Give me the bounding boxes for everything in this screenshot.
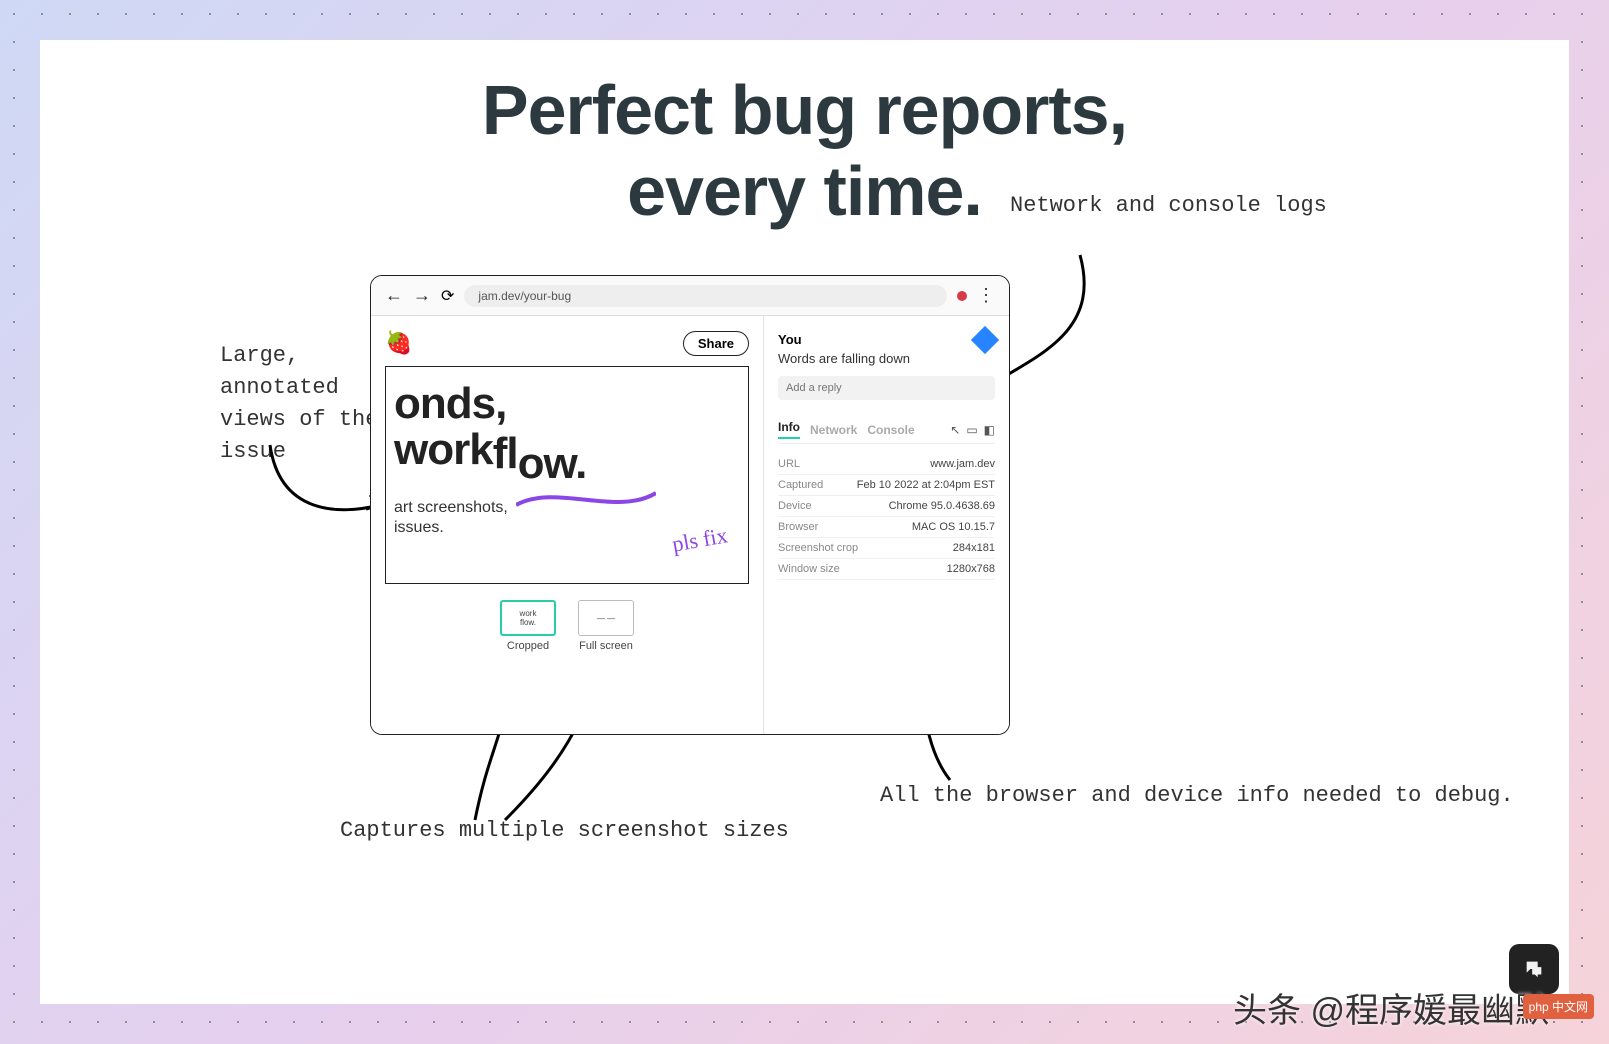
cursor-icon[interactable]: ↖ [950,423,960,437]
screenshot-pane: 🍓 Share onds, workflow. art screenshots,… [371,316,764,734]
annotated-screenshot[interactable]: onds, workflow. art screenshots, issues.… [385,366,749,584]
thumb-fullscreen-label: Full screen [578,640,634,652]
back-icon[interactable]: ← [385,285,403,306]
thumb-cropped-label: Cropped [500,640,556,652]
kebab-menu-icon[interactable]: ⋮ [977,285,995,306]
thumb-cropped-preview: workflow. [500,600,556,636]
chat-icon [1523,958,1545,980]
browser-body: 🍓 Share onds, workflow. art screenshots,… [371,316,1009,734]
page-title: Perfect bug reports, every time. [40,70,1569,231]
info-table: URLwww.jam.dev CapturedFeb 10 2022 at 2:… [778,454,995,580]
info-row: Window size1280x768 [778,559,995,580]
info-row: Screenshot crop284x181 [778,538,995,559]
bug-title: Words are falling down [778,351,995,366]
annotation-top-right: Network and console logs [1010,190,1327,222]
annotation-bottom-right: All the browser and device info needed t… [880,780,1514,812]
headline-line2: every time. [40,151,1569,232]
panel-icon[interactable]: ◧ [984,423,995,437]
thumbnail-row: workflow. Cropped — — Full screen [385,600,749,652]
tab-info[interactable]: Info [778,420,800,439]
info-row: CapturedFeb 10 2022 at 2:04pm EST [778,475,995,496]
jira-icon[interactable] [971,326,999,354]
browser-window: ← → ⟳ jam.dev/your-bug ⋮ 🍓 Share onds, w… [370,275,1010,735]
info-row: BrowserMAC OS 10.15.7 [778,517,995,538]
info-tabs: Info Network Console ↖ ▭ ◧ [778,420,995,444]
content-card: Perfect bug reports, every time. Large, … [40,40,1569,1004]
strawberry-icon: 🍓 [385,330,412,356]
info-row: URLwww.jam.dev [778,454,995,475]
reply-input[interactable] [778,376,995,400]
forward-icon[interactable]: → [413,285,431,306]
device-icon[interactable]: ▭ [966,423,977,437]
tab-console[interactable]: Console [867,423,914,437]
annotation-bottom: Captures multiple screenshot sizes [340,815,789,847]
tab-network[interactable]: Network [810,423,857,437]
author-label: You [778,332,995,347]
thumb-fullscreen-preview: — — [578,600,634,636]
thumb-fullscreen[interactable]: — — Full screen [578,600,634,652]
browser-toolbar: ← → ⟳ jam.dev/your-bug ⋮ [371,276,1009,316]
details-pane: You Words are falling down Info Network … [764,316,1009,734]
info-row: DeviceChrome 95.0.4638.69 [778,496,995,517]
watermark-text: 头条 @程序媛最幽默 [1233,983,1549,1032]
url-field[interactable]: jam.dev/your-bug [464,285,947,307]
thumb-cropped[interactable]: workflow. Cropped [500,600,556,652]
screenshot-text-1: onds, [394,379,506,428]
extension-icon[interactable] [957,291,967,301]
underline-swoosh [516,487,656,511]
watermark-badge: php 中文网 [1523,994,1594,1019]
reload-icon[interactable]: ⟳ [441,286,454,306]
headline-line1: Perfect bug reports, [40,70,1569,151]
share-button[interactable]: Share [683,331,749,356]
